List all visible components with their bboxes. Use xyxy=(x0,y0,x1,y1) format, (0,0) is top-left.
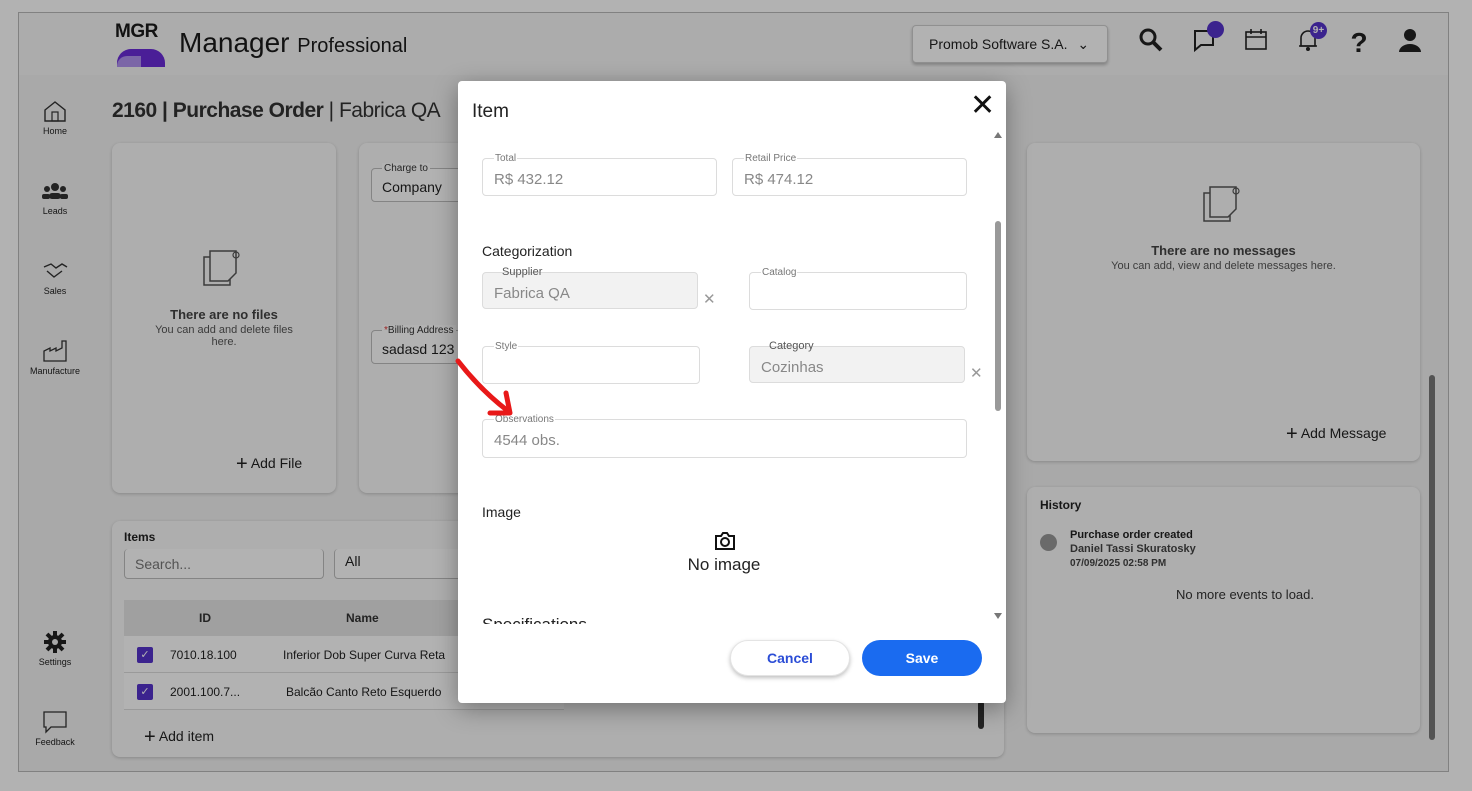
catalog-label: Catalog xyxy=(761,267,798,278)
cancel-button[interactable]: Cancel xyxy=(730,640,850,676)
catalog-field[interactable]: Catalog xyxy=(749,267,967,310)
annotation-arrow-icon xyxy=(455,358,513,416)
supplier-value: Fabrica QA xyxy=(494,285,570,302)
observations-value: 4544 obs. xyxy=(494,432,560,449)
image-title: Image xyxy=(482,504,521,520)
total-value: R$ 432.12 xyxy=(494,171,564,188)
clear-category-icon[interactable]: ✕ xyxy=(970,364,983,382)
close-icon[interactable]: ✕ xyxy=(970,91,995,121)
category-value: Cozinhas xyxy=(761,359,824,376)
modal-scroll-thumb[interactable] xyxy=(995,221,1001,411)
supplier-field[interactable]: Supplier Fabrica QA xyxy=(482,266,698,309)
observations-field[interactable]: Observations 4544 obs. xyxy=(482,414,967,458)
specifications-title: Specifications xyxy=(482,615,587,624)
modal-body: Total R$ 432.12 Retail Price R$ 474.12 C… xyxy=(458,129,994,624)
category-label: Category xyxy=(769,340,814,352)
scroll-down-icon[interactable] xyxy=(994,613,1002,619)
modal-scrollbar[interactable] xyxy=(994,129,1004,624)
save-button[interactable]: Save xyxy=(862,640,982,676)
retail-price-field[interactable]: Retail Price R$ 474.12 xyxy=(732,153,967,196)
clear-supplier-icon[interactable]: ✕ xyxy=(703,290,716,308)
camera-icon[interactable] xyxy=(714,531,736,551)
supplier-label: Supplier xyxy=(502,266,543,278)
modal-title: Item xyxy=(472,101,509,122)
categorization-title: Categorization xyxy=(482,243,573,259)
item-modal: Item ✕ Total R$ 432.12 Retail Price R$ 4… xyxy=(458,81,1006,703)
no-image-text: No image xyxy=(687,555,761,574)
scroll-up-icon[interactable] xyxy=(994,132,1002,138)
category-field[interactable]: Category Cozinhas xyxy=(749,340,965,383)
retail-price-value: R$ 474.12 xyxy=(744,171,814,188)
retail-price-label: Retail Price xyxy=(744,153,798,164)
total-label: Total xyxy=(494,153,518,164)
total-field[interactable]: Total R$ 432.12 xyxy=(482,153,717,196)
style-label: Style xyxy=(494,341,519,352)
